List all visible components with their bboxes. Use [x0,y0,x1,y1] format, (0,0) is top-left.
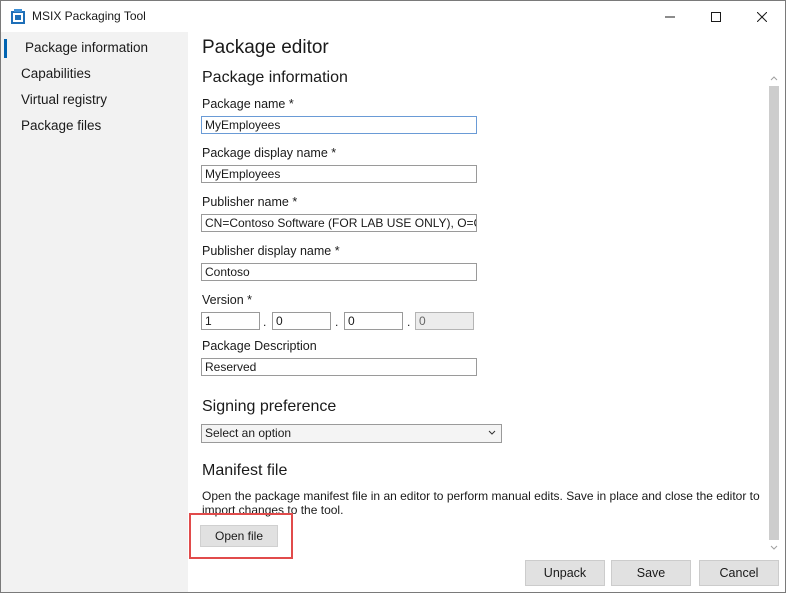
package-display-name-label: Package display name * [202,146,337,160]
vertical-scrollbar[interactable] [765,69,783,557]
minimize-icon [665,16,675,17]
section-heading-signing-preference: Signing preference [202,398,337,415]
version-separator: . [263,315,267,329]
close-button[interactable] [739,1,785,32]
version-label: Version * [202,293,253,307]
sidebar-item-package-files[interactable]: Package files [1,113,188,139]
sidebar-nav: Package information Capabilities Virtual… [1,32,188,592]
msix-app-icon [10,9,26,25]
sidebar-item-label: Package files [21,118,102,133]
maximize-icon [711,11,721,22]
package-name-input[interactable]: MyEmployees [201,116,477,134]
package-name-label: Package name * [202,97,294,111]
page-title: Package editor [202,37,329,58]
version-major-input[interactable]: 1 [201,312,260,330]
publisher-display-name-label: Publisher display name * [202,244,340,258]
package-description-label: Package Description [202,339,317,353]
open-file-button[interactable]: Open file [200,525,278,547]
chevron-down-icon [488,430,496,435]
app-window: MSIX Packaging Tool Package information … [0,0,786,593]
close-icon [757,11,767,22]
sidebar-item-label: Virtual registry [21,92,108,107]
package-display-name-input[interactable]: MyEmployees [201,165,477,183]
version-build-input[interactable]: 0 [344,312,403,330]
active-indicator [4,39,7,58]
sidebar-item-label: Capabilities [21,66,91,81]
window-title: MSIX Packaging Tool [32,9,146,23]
scroll-up-arrow-icon [770,76,778,81]
version-separator: . [335,315,339,329]
title-bar[interactable]: MSIX Packaging Tool [1,1,785,32]
signing-preference-value: Select an option [205,426,292,440]
unpack-button[interactable]: Unpack [525,560,605,586]
scrollbar-thumb[interactable] [769,86,779,540]
scroll-down-arrow-icon [770,545,778,550]
minimize-button[interactable] [647,1,693,32]
main-panel: Package editor Package information Packa… [188,32,785,592]
package-description-input[interactable]: Reserved [201,358,477,376]
publisher-display-name-input[interactable]: Contoso [201,263,477,281]
section-heading-package-information: Package information [202,69,348,86]
maximize-button[interactable] [693,1,739,32]
sidebar-item-capabilities[interactable]: Capabilities [1,61,188,87]
publisher-name-label: Publisher name * [202,195,298,209]
section-heading-manifest-file: Manifest file [202,462,288,479]
publisher-name-input[interactable]: CN=Contoso Software (FOR LAB USE ONLY), … [201,214,477,232]
version-revision-input: 0 [415,312,474,330]
sidebar-item-package-information[interactable]: Package information [1,35,188,61]
cancel-button[interactable]: Cancel [699,560,779,586]
signing-preference-select[interactable]: Select an option [201,424,502,443]
sidebar-item-virtual-registry[interactable]: Virtual registry [1,87,188,113]
version-separator: . [407,315,411,329]
version-minor-input[interactable]: 0 [272,312,331,330]
save-button[interactable]: Save [611,560,691,586]
sidebar-item-label: Package information [25,40,149,55]
